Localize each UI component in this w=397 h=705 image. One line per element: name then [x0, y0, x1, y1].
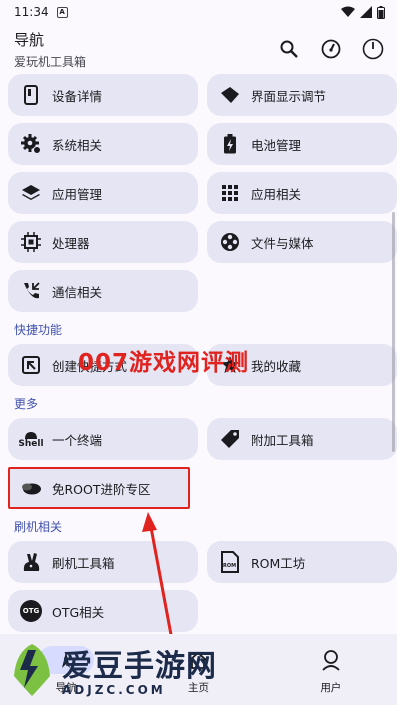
card-label: 应用相关 [251, 186, 302, 202]
card-label: 我的收藏 [251, 358, 302, 374]
battery-icon [219, 133, 241, 155]
card-label: 通信相关 [52, 284, 103, 300]
stone-icon [20, 477, 42, 499]
bottom-nav: 导航 主页 用户 [0, 634, 397, 705]
section-title-flash: 刷机相关 [14, 520, 63, 534]
notification-badge: A [56, 6, 68, 18]
shortcut-icon [20, 354, 42, 376]
card-communication[interactable]: 通信相关 [8, 270, 198, 312]
card-label: 系统相关 [52, 137, 103, 153]
card-rom-workshop[interactable]: ROM ROM工坊 [207, 541, 397, 583]
card-battery[interactable]: 电池管理 [207, 123, 397, 165]
card-root-free[interactable]: 免ROOT进阶专区 [8, 467, 190, 509]
speedometer-icon [321, 39, 341, 59]
rom-file-icon: ROM [219, 551, 241, 573]
rabbit-icon [20, 551, 42, 573]
card-label: OTG相关 [52, 604, 105, 620]
home-icon [188, 651, 209, 669]
page-title: 导航 [14, 30, 45, 49]
speedometer-button[interactable] [317, 35, 345, 63]
card-display-adjust[interactable]: 界面显示调节 [207, 74, 397, 116]
app-bar: 导航 爱玩机工具箱 [0, 24, 397, 74]
status-bar: 11:34 A [0, 0, 397, 24]
card-label: 一个终端 [52, 432, 103, 448]
nav-label: 导航 [55, 682, 77, 694]
section-title-more: 更多 [14, 397, 39, 411]
card-extra-tools[interactable]: 附加工具箱 [207, 418, 397, 460]
apps-grid-icon [219, 182, 241, 204]
card-label: 文件与媒体 [251, 235, 314, 251]
nav-label: 主页 [187, 682, 209, 694]
card-favorites[interactable]: 我的收藏 [207, 344, 397, 386]
card-app-manage[interactable]: 应用管理 [8, 172, 198, 214]
card-label: 免ROOT进阶专区 [52, 481, 151, 497]
gear-icon [20, 133, 42, 155]
status-time: 11:34 [14, 5, 49, 19]
tool-grid: 设备详情 界面显示调节 系统相关 电池管理 应用管理 应用相关 处理器 文件与媒… [4, 74, 397, 312]
phone-call-icon [20, 280, 42, 302]
power-icon [362, 38, 384, 60]
card-terminal[interactable]: Shell 一个终端 [8, 418, 198, 460]
user-icon [322, 650, 340, 671]
main-content: 设备详情 界面显示调节 系统相关 电池管理 应用管理 应用相关 处理器 文件与媒… [0, 74, 397, 632]
card-label: 设备详情 [52, 88, 103, 104]
nav-pill [170, 646, 226, 674]
display-icon [219, 84, 241, 106]
search-button[interactable] [275, 35, 303, 63]
flash-grid: 刷机工具箱 ROM ROM工坊 OTG OTG相关 [4, 541, 397, 632]
shortcut-grid: 创建快捷方式 我的收藏 [4, 344, 397, 386]
card-label: ROM工坊 [251, 555, 306, 571]
card-system[interactable]: 系统相关 [8, 123, 198, 165]
card-label: 应用管理 [52, 186, 103, 202]
signal-icon [360, 6, 372, 18]
nav-item-home[interactable]: 主页 [153, 646, 243, 695]
tag-icon [219, 428, 241, 450]
card-label: 处理器 [52, 235, 90, 251]
compass-icon [62, 652, 71, 668]
card-files-media[interactable]: 文件与媒体 [207, 221, 397, 263]
card-label: 刷机工具箱 [52, 555, 115, 571]
nav-label: 用户 [320, 682, 342, 694]
card-device-info[interactable]: 设备详情 [8, 74, 198, 116]
battery-icon [377, 5, 385, 19]
card-label: 电池管理 [251, 137, 302, 153]
card-label: 界面显示调节 [251, 88, 327, 104]
nav-item-navigation[interactable]: 导航 [21, 646, 111, 695]
phone-icon [20, 84, 42, 106]
card-create-shortcut[interactable]: 创建快捷方式 [8, 344, 198, 386]
shell-icon: Shell [18, 428, 44, 450]
otg-icon: OTG [20, 600, 42, 622]
section-title-shortcuts: 快捷功能 [14, 323, 63, 337]
card-flash-tools[interactable]: 刷机工具箱 [8, 541, 198, 583]
cpu-icon [20, 231, 42, 253]
card-app-related[interactable]: 应用相关 [207, 172, 397, 214]
card-processor[interactable]: 处理器 [8, 221, 198, 263]
nav-pill [38, 646, 95, 674]
card-label: 创建快捷方式 [52, 358, 128, 374]
star-icon [219, 354, 241, 376]
page-subtitle: 爱玩机工具箱 [14, 54, 87, 69]
power-button[interactable] [359, 35, 387, 63]
nav-item-user[interactable]: 用户 [286, 646, 376, 695]
scrollbar[interactable] [392, 212, 395, 452]
more-grid: Shell 一个终端 附加工具箱 免ROOT进阶专区 [4, 418, 397, 509]
nav-pill [303, 646, 359, 674]
wifi-icon [341, 6, 355, 17]
card-label: 附加工具箱 [251, 432, 314, 448]
search-icon [280, 40, 298, 58]
film-reel-icon [219, 231, 241, 253]
layers-icon [20, 182, 42, 204]
card-otg[interactable]: OTG OTG相关 [8, 590, 198, 632]
